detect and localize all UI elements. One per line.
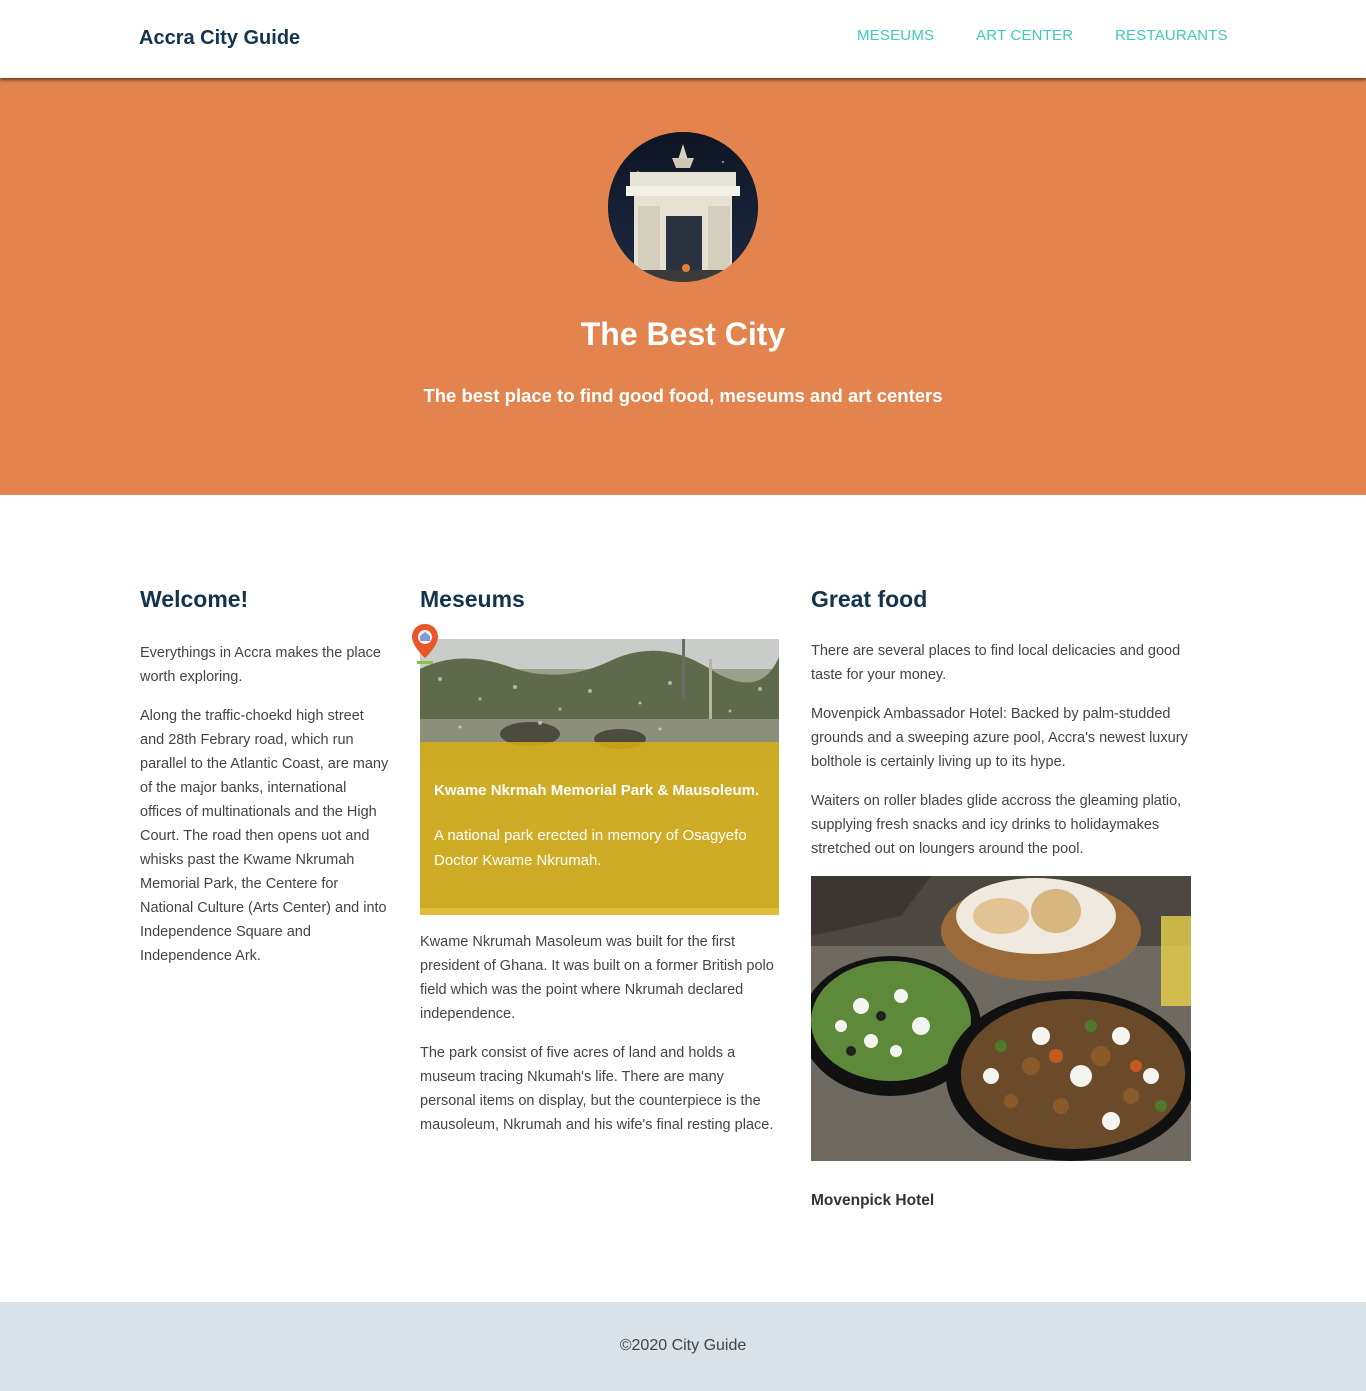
- museum-card[interactable]: Kwame Nkrmah Memorial Park & Mausoleum. …: [420, 639, 779, 915]
- food-paragraph: There are several places to find local d…: [811, 643, 1181, 683]
- nav-link-museums[interactable]: MESEUMS: [857, 27, 934, 44]
- welcome-paragraph: Everythings in Accra makes the place wor…: [140, 645, 381, 685]
- food-paragraph: Movenpick Ambassador Hotel: Backed by pa…: [811, 706, 1188, 770]
- hero-section: The Best City The best place to find goo…: [0, 78, 1366, 495]
- food-caption: Movenpick Hotel: [811, 1192, 935, 1209]
- nav-link-restaurants[interactable]: RESTAURANTS: [1115, 27, 1228, 44]
- food-text: There are several places to find local d…: [811, 639, 1211, 876]
- museum-card-overlay: Kwame Nkrmah Memorial Park & Mausoleum. …: [420, 742, 779, 915]
- welcome-title: Welcome!: [140, 586, 249, 612]
- food-title: Great food: [811, 586, 928, 612]
- museum-card-description: A national park erected in memory of Osa…: [434, 827, 747, 869]
- welcome-paragraph: Along the traffic-choekd high street and…: [140, 708, 389, 964]
- hero-subtitle: The best place to find good food, meseum…: [423, 385, 943, 406]
- museum-card-title: Kwame Nkrmah Memorial Park & Mausoleum.: [434, 782, 760, 799]
- food-paragraph: Waiters on roller blades glide accross t…: [811, 793, 1182, 857]
- welcome-column: Welcome! Everythings in Accra makes the …: [140, 586, 390, 983]
- navbar: Accra City Guide MESEUMS ART CENTER REST…: [0, 0, 1366, 78]
- nav-link-art-center[interactable]: ART CENTER: [976, 27, 1073, 44]
- food-photo: [811, 876, 1191, 1161]
- museums-title: Meseums: [420, 586, 525, 612]
- footer: ©2020 City Guide: [0, 1302, 1366, 1391]
- map-pin-icon: [410, 622, 440, 666]
- hero-title: The Best City: [580, 316, 786, 352]
- nav-links: MESEUMS ART CENTER RESTAURANTS: [0, 27, 1366, 51]
- museums-text: Kwame Nkrumah Masoleum was built for the…: [420, 930, 782, 1152]
- museums-paragraph: The park consist of five acres of land a…: [420, 1045, 774, 1133]
- footer-copyright: ©2020 City Guide: [619, 1337, 747, 1354]
- museums-paragraph: Kwame Nkrumah Masoleum was built for the…: [420, 934, 774, 1022]
- hero-avatar-image: [608, 132, 758, 282]
